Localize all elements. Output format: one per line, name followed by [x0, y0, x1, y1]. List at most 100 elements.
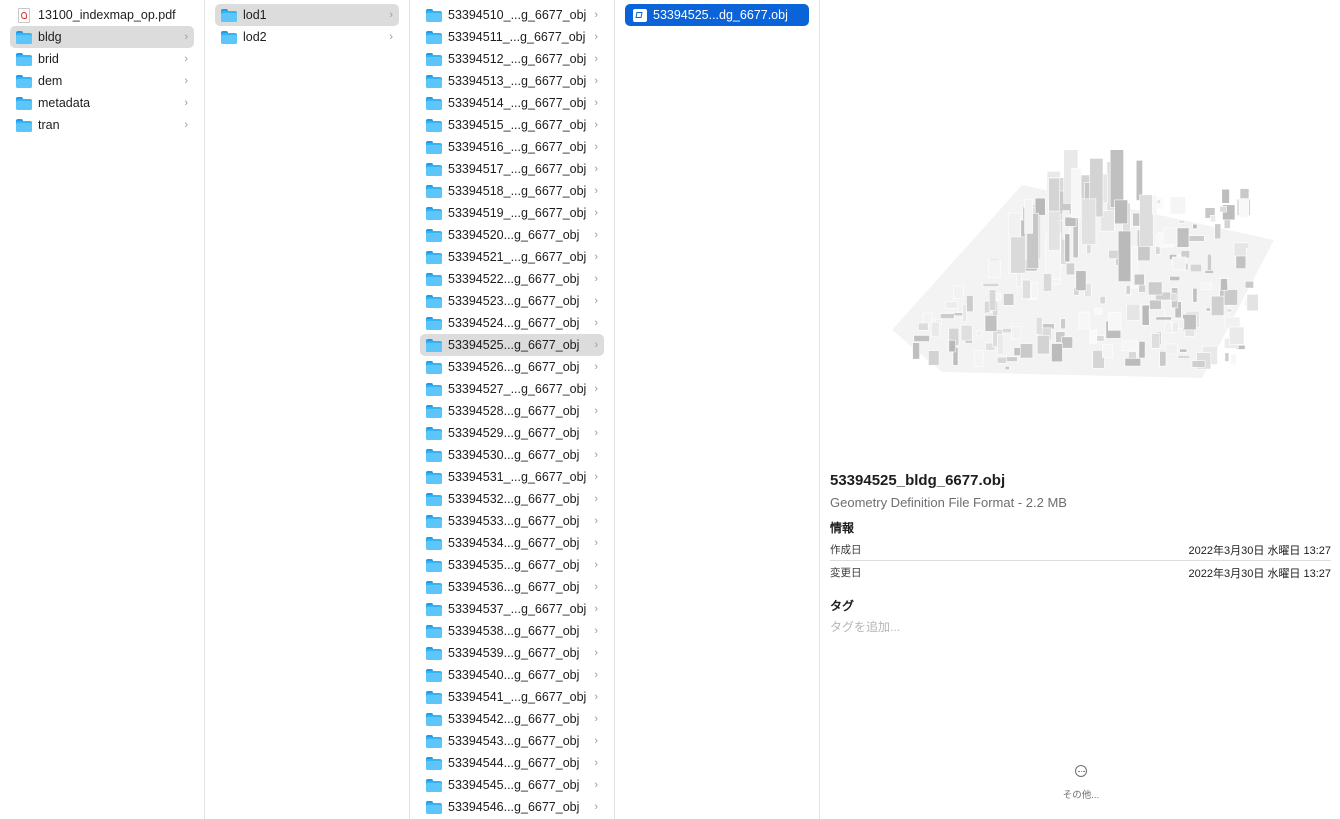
column-1[interactable]: 13100_indexmap_op.pdf bldg › brid › dem › metad…	[0, 0, 205, 819]
chevron-right-icon: ›	[594, 559, 598, 571]
chevron-right-icon: ›	[184, 119, 188, 131]
list-item[interactable]: 53394535...g_6677_obj ›	[420, 554, 604, 576]
list-item[interactable]: lod2 ›	[215, 26, 399, 48]
list-item[interactable]: 53394511_...g_6677_obj ›	[420, 26, 604, 48]
list-item[interactable]: 53394541_...g_6677_obj ›	[420, 686, 604, 708]
item-label: 53394529...g_6677_obj	[448, 426, 580, 440]
chevron-right-icon: ›	[594, 75, 598, 87]
list-item[interactable]: 53394518_...g_6677_obj ›	[420, 180, 604, 202]
folder-icon	[426, 74, 442, 88]
list-item[interactable]: 53394531_...g_6677_obj ›	[420, 466, 604, 488]
item-label: 53394539...g_6677_obj	[448, 646, 580, 660]
list-item[interactable]: 53394538...g_6677_obj ›	[420, 620, 604, 642]
item-label: 53394537_...g_6677_obj	[448, 602, 587, 616]
item-label: 53394517_...g_6677_obj	[448, 162, 587, 176]
list-item[interactable]: metadata ›	[10, 92, 194, 114]
list-item[interactable]: 53394525...dg_6677.obj	[625, 4, 809, 26]
tags-input[interactable]	[830, 619, 1130, 635]
item-label: 53394521_...g_6677_obj	[448, 250, 587, 264]
list-item[interactable]: 53394515_...g_6677_obj ›	[420, 114, 604, 136]
column-4[interactable]: 53394525...dg_6677.obj	[615, 0, 820, 819]
chevron-right-icon: ›	[594, 757, 598, 769]
folder-icon	[426, 162, 442, 176]
folder-icon	[426, 30, 442, 44]
list-item[interactable]: brid ›	[10, 48, 194, 70]
created-value: 2022年3月30日 水曜日 13:27	[1188, 545, 1331, 557]
list-item[interactable]: 53394520...g_6677_obj ›	[420, 224, 604, 246]
list-item[interactable]: 53394526...g_6677_obj ›	[420, 356, 604, 378]
folder-icon	[426, 8, 442, 22]
list-item[interactable]: 53394536...g_6677_obj ›	[420, 576, 604, 598]
list-item[interactable]: 53394512_...g_6677_obj ›	[420, 48, 604, 70]
list-item[interactable]: 53394510_...g_6677_obj ›	[420, 4, 604, 26]
folder-icon	[426, 316, 442, 330]
list-item[interactable]: 53394523...g_6677_obj ›	[420, 290, 604, 312]
chevron-right-icon: ›	[594, 691, 598, 703]
list-item[interactable]: bldg ›	[10, 26, 194, 48]
list-item[interactable]: 53394537_...g_6677_obj ›	[420, 598, 604, 620]
modified-date-row: 変更日 2022年3月30日 水曜日 13:27	[830, 562, 1331, 582]
folder-icon	[221, 30, 237, 44]
column-3[interactable]: 53394509...g_6677_obj›53394510_...g_6677…	[410, 0, 615, 819]
list-item[interactable]: 53394542...g_6677_obj ›	[420, 708, 604, 730]
column-2[interactable]: lod1 › lod2 ›	[205, 0, 410, 819]
list-item[interactable]: 53394533...g_6677_obj ›	[420, 510, 604, 532]
chevron-right-icon: ›	[594, 471, 598, 483]
folder-icon	[426, 602, 442, 616]
list-item[interactable]: 53394545...g_6677_obj ›	[420, 774, 604, 796]
folder-icon	[426, 96, 442, 110]
list-item[interactable]: dem ›	[10, 70, 194, 92]
item-label: 53394520...g_6677_obj	[448, 228, 580, 242]
item-label: 53394540...g_6677_obj	[448, 668, 580, 682]
ellipsis-circle-icon	[1075, 765, 1087, 777]
tags-section-title: タグ	[830, 599, 855, 613]
list-item[interactable]: 53394527_...g_6677_obj ›	[420, 378, 604, 400]
list-item[interactable]: 53394540...g_6677_obj ›	[420, 664, 604, 686]
item-label: 53394512_...g_6677_obj	[448, 52, 587, 66]
item-label: 13100_indexmap_op.pdf	[38, 8, 176, 22]
folder-icon	[426, 140, 442, 154]
pdf-file-icon	[18, 7, 30, 23]
item-label: 53394534...g_6677_obj	[448, 536, 580, 550]
list-item[interactable]: 53394532...g_6677_obj ›	[420, 488, 604, 510]
chevron-right-icon: ›	[594, 449, 598, 461]
list-item[interactable]: tran ›	[10, 114, 194, 136]
list-item[interactable]: 53394514_...g_6677_obj ›	[420, 92, 604, 114]
list-item[interactable]: 53394513_...g_6677_obj ›	[420, 70, 604, 92]
folder-icon	[426, 580, 442, 594]
more-button[interactable]: その他...	[1055, 765, 1107, 801]
3d-city-model-thumbnail	[892, 150, 1274, 378]
list-item[interactable]: 53394528...g_6677_obj ›	[420, 400, 604, 422]
list-item[interactable]: lod1 ›	[215, 4, 399, 26]
list-item[interactable]: 53394524...g_6677_obj ›	[420, 312, 604, 334]
list-item[interactable]: 53394516_...g_6677_obj ›	[420, 136, 604, 158]
list-item[interactable]: 53394539...g_6677_obj ›	[420, 642, 604, 664]
item-label: 53394516_...g_6677_obj	[448, 140, 587, 154]
list-item[interactable]: 53394517_...g_6677_obj ›	[420, 158, 604, 180]
list-item[interactable]: 53394519_...g_6677_obj ›	[420, 202, 604, 224]
folder-icon	[426, 272, 442, 286]
item-label: 53394542...g_6677_obj	[448, 712, 580, 726]
list-item[interactable]: 53394534...g_6677_obj ›	[420, 532, 604, 554]
list-item[interactable]: 13100_indexmap_op.pdf	[10, 4, 194, 26]
chevron-right-icon: ›	[594, 493, 598, 505]
list-item[interactable]: 53394543...g_6677_obj ›	[420, 730, 604, 752]
chevron-right-icon: ›	[594, 515, 598, 527]
info-section-title: 情報	[830, 521, 855, 535]
item-label: bldg	[38, 30, 62, 44]
chevron-right-icon: ›	[594, 625, 598, 637]
list-item[interactable]: 53394521_...g_6677_obj ›	[420, 246, 604, 268]
folder-icon	[426, 426, 442, 440]
list-item[interactable]: 53394546...g_6677_obj ›	[420, 796, 604, 818]
item-label: 53394533...g_6677_obj	[448, 514, 580, 528]
list-item[interactable]: 53394529...g_6677_obj ›	[420, 422, 604, 444]
list-item[interactable]: 53394525...g_6677_obj ›	[420, 334, 604, 356]
chevron-right-icon: ›	[184, 53, 188, 65]
list-item[interactable]: 53394544...g_6677_obj ›	[420, 752, 604, 774]
list-item[interactable]: 53394530...g_6677_obj ›	[420, 444, 604, 466]
chevron-right-icon: ›	[594, 713, 598, 725]
more-label: その他...	[1062, 790, 1100, 801]
list-item[interactable]: 53394522...g_6677_obj ›	[420, 268, 604, 290]
folder-icon	[426, 646, 442, 660]
chevron-right-icon: ›	[594, 273, 598, 285]
